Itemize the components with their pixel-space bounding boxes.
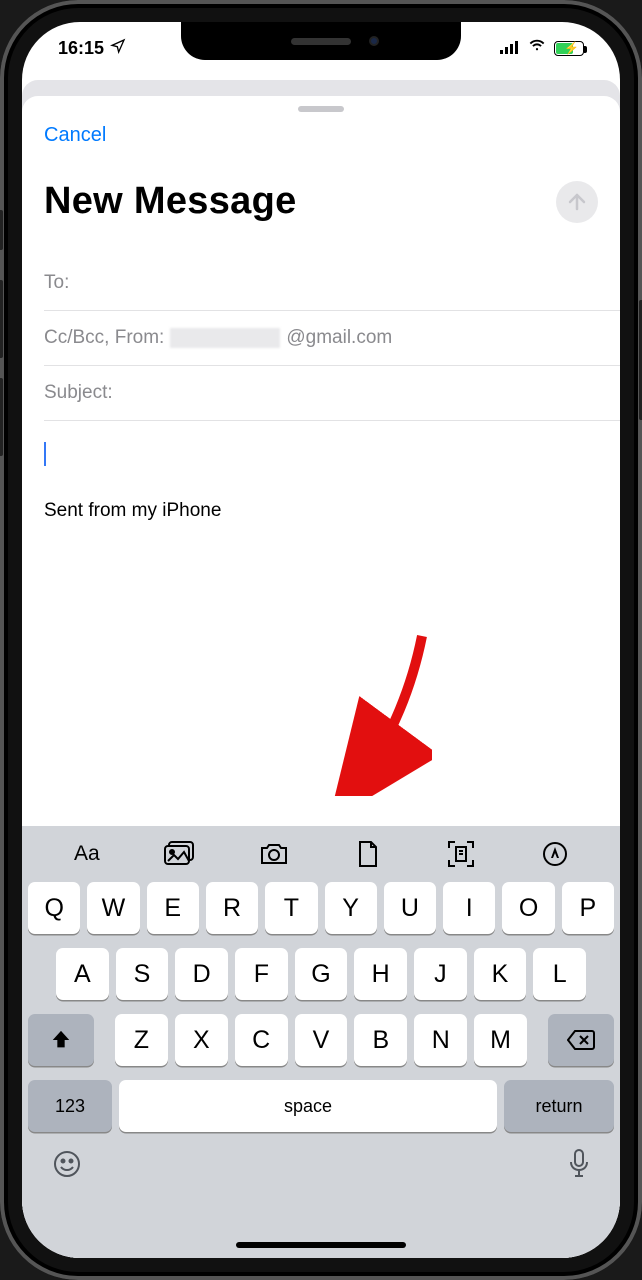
key-h[interactable]: H: [354, 948, 407, 1000]
space-key[interactable]: space: [119, 1080, 497, 1132]
notch: [181, 22, 461, 60]
numeric-key[interactable]: 123: [28, 1080, 112, 1132]
key-d[interactable]: D: [175, 948, 228, 1000]
key-n[interactable]: N: [414, 1014, 467, 1066]
key-y[interactable]: Y: [325, 882, 377, 934]
key-j[interactable]: J: [414, 948, 467, 1000]
signature-text: Sent from my iPhone: [44, 500, 598, 522]
message-body[interactable]: Sent from my iPhone: [44, 442, 598, 522]
screen: 16:15 ⚡ Cancel: [22, 22, 620, 1258]
from-address-redacted: [170, 328, 280, 348]
format-text-button[interactable]: Aa: [61, 834, 113, 874]
shift-key[interactable]: [28, 1014, 94, 1066]
key-r[interactable]: R: [206, 882, 258, 934]
dictation-button[interactable]: [568, 1148, 590, 1187]
to-label: To:: [44, 272, 69, 294]
key-w[interactable]: W: [87, 882, 139, 934]
cancel-button[interactable]: Cancel: [44, 124, 106, 147]
to-field[interactable]: To:: [44, 256, 620, 311]
key-o[interactable]: O: [502, 882, 554, 934]
speaker: [291, 38, 351, 45]
text-cursor: [44, 442, 46, 466]
battery-icon: ⚡: [554, 41, 584, 56]
wifi-icon: [527, 38, 547, 59]
key-x[interactable]: X: [175, 1014, 228, 1066]
home-indicator[interactable]: [236, 1242, 406, 1248]
scan-document-button[interactable]: [435, 834, 487, 874]
front-camera: [369, 36, 379, 46]
status-time: 16:15: [58, 38, 104, 59]
markup-button[interactable]: [529, 834, 581, 874]
key-i[interactable]: I: [443, 882, 495, 934]
key-t[interactable]: T: [265, 882, 317, 934]
cellular-icon: [500, 38, 520, 59]
key-p[interactable]: P: [562, 882, 614, 934]
key-k[interactable]: K: [474, 948, 527, 1000]
phone-frame: 16:15 ⚡ Cancel: [0, 0, 642, 1280]
volume-down-button: [0, 378, 3, 456]
key-s[interactable]: S: [116, 948, 169, 1000]
return-key[interactable]: return: [504, 1080, 614, 1132]
keyboard-toolbar: Aa: [22, 826, 620, 882]
attach-document-button[interactable]: [342, 834, 394, 874]
key-m[interactable]: M: [474, 1014, 527, 1066]
sheet-grabber[interactable]: [298, 106, 344, 112]
cc-bcc-from-field[interactable]: Cc/Bcc, From: @gmail.com: [44, 311, 620, 366]
key-c[interactable]: C: [235, 1014, 288, 1066]
keyboard: Aa: [22, 826, 620, 1258]
annotation-arrow: [312, 626, 432, 796]
compose-sheet: Cancel New Message To: Cc/Bcc, From: @gm…: [22, 96, 620, 1258]
key-g[interactable]: G: [295, 948, 348, 1000]
subject-label: Subject:: [44, 382, 113, 404]
key-l[interactable]: L: [533, 948, 586, 1000]
key-v[interactable]: V: [295, 1014, 348, 1066]
from-address-suffix: @gmail.com: [286, 327, 392, 349]
key-a[interactable]: A: [56, 948, 109, 1000]
key-b[interactable]: B: [354, 1014, 407, 1066]
key-e[interactable]: E: [147, 882, 199, 934]
camera-button[interactable]: [248, 834, 300, 874]
key-f[interactable]: F: [235, 948, 288, 1000]
mute-switch: [0, 210, 3, 250]
key-u[interactable]: U: [384, 882, 436, 934]
key-z[interactable]: Z: [115, 1014, 168, 1066]
subject-field[interactable]: Subject:: [44, 366, 620, 421]
location-icon: [110, 38, 126, 59]
compose-title: New Message: [44, 180, 297, 223]
cc-from-label: Cc/Bcc, From:: [44, 327, 164, 349]
emoji-button[interactable]: [52, 1149, 82, 1186]
insert-photo-button[interactable]: [154, 834, 206, 874]
volume-up-button: [0, 280, 3, 358]
backspace-key[interactable]: [548, 1014, 614, 1066]
send-button[interactable]: [556, 181, 598, 223]
key-q[interactable]: Q: [28, 882, 80, 934]
